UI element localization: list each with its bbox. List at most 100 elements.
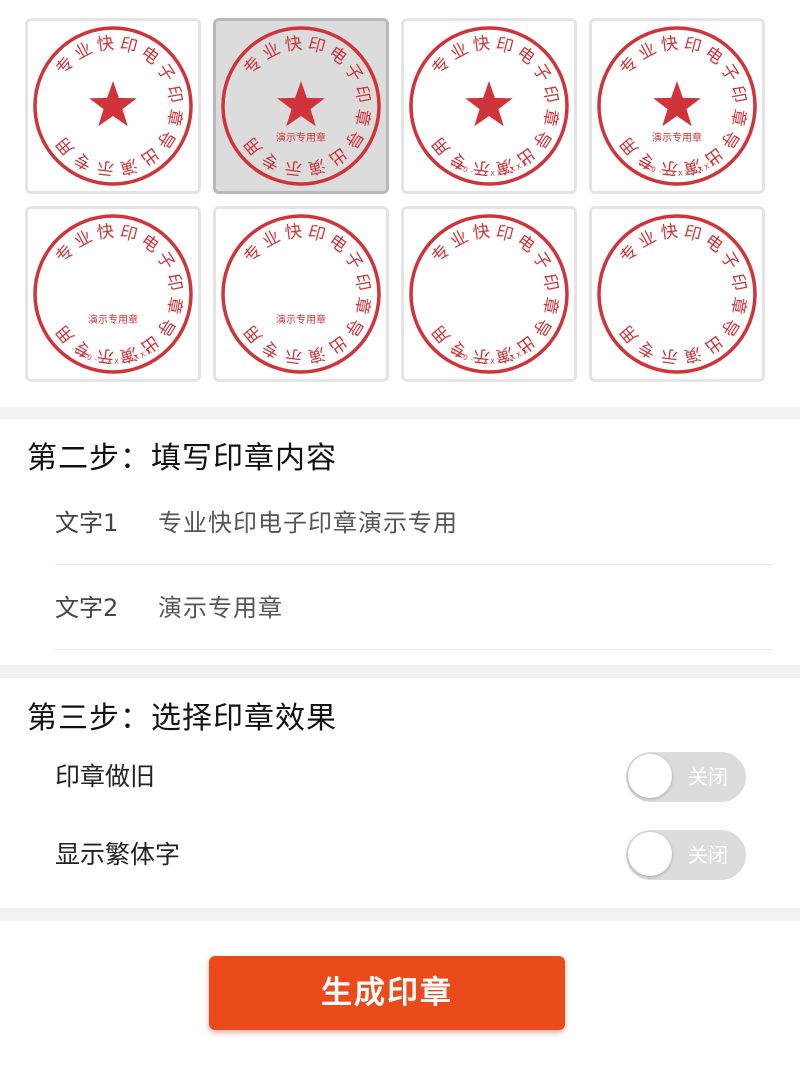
section-divider: [0, 407, 800, 419]
svg-text:子: 子: [152, 248, 178, 273]
svg-text:印: 印: [350, 272, 373, 292]
svg-text:印: 印: [350, 84, 373, 104]
svg-text:专: 专: [259, 148, 283, 174]
svg-text:印: 印: [118, 222, 139, 246]
svg-text:导: 导: [528, 315, 554, 340]
svg-text:印: 印: [682, 34, 703, 58]
svg-text:章: 章: [538, 107, 561, 127]
svg-text:导: 导: [152, 315, 178, 340]
svg-text:子: 子: [716, 60, 742, 85]
toggle-knob: [628, 832, 672, 876]
svg-text:业: 业: [447, 227, 471, 253]
svg-text:用: 用: [240, 133, 266, 159]
stamp-style-3[interactable]: 专业快印电子印章导出演示专用020-XXXXXXXX: [401, 18, 577, 194]
svg-text:X: X: [671, 170, 676, 178]
svg-text:导: 导: [340, 315, 366, 340]
svg-text:专: 专: [240, 241, 266, 267]
svg-text:印: 印: [726, 84, 749, 104]
toggle-state-text: 关闭: [688, 765, 728, 789]
text2-label: 文字2: [55, 594, 119, 622]
svg-text:业: 业: [71, 227, 95, 253]
svg-text:业: 业: [71, 39, 95, 65]
svg-text:电: 电: [701, 43, 727, 69]
svg-text:印: 印: [726, 272, 749, 292]
text1-input[interactable]: 专业快印电子印章演示专用: [158, 508, 458, 538]
stamp-icon: 专业快印电子印章导出演示专用: [597, 214, 757, 374]
aging-effect-label: 印章做旧: [55, 762, 156, 791]
toggle-knob: [628, 754, 672, 798]
svg-text:出: 出: [137, 143, 163, 169]
svg-text:专: 专: [428, 53, 454, 79]
stamp-style-6[interactable]: 专业快印电子印章导出演示专用演示专用章: [213, 206, 389, 382]
svg-text:子: 子: [528, 248, 554, 273]
svg-text:章: 章: [162, 295, 185, 315]
svg-text:专: 专: [259, 336, 283, 362]
svg-text:印: 印: [118, 34, 139, 58]
svg-text:快: 快: [472, 222, 491, 244]
svg-text:快: 快: [96, 222, 115, 244]
svg-text:印: 印: [162, 272, 185, 292]
svg-text:用: 用: [52, 133, 78, 159]
stamp-style-2[interactable]: 专业快印电子印章导出演示专用演示专用章: [213, 18, 389, 194]
text2-input[interactable]: 演示专用章: [158, 593, 283, 623]
svg-text:快: 快: [284, 222, 303, 244]
svg-text:演: 演: [682, 342, 703, 366]
svg-text:演: 演: [306, 342, 327, 366]
generate-stamp-button[interactable]: 生成印章: [209, 956, 565, 1030]
svg-text:印: 印: [306, 222, 327, 246]
svg-text:导: 导: [716, 315, 742, 340]
stamp-style-4[interactable]: 专业快印电子印章导出演示专用演示专用章 0 2 0- X X X X X X X X: [589, 18, 765, 194]
svg-text:用: 用: [428, 133, 454, 159]
svg-text:X: X: [490, 358, 495, 366]
svg-text:专: 专: [616, 53, 642, 79]
svg-text:业: 业: [635, 227, 659, 253]
svg-text:印: 印: [306, 34, 327, 58]
svg-text:电: 电: [701, 231, 727, 257]
svg-text:印: 印: [162, 84, 185, 104]
svg-text:子: 子: [528, 60, 554, 85]
svg-text:示: 示: [96, 345, 115, 367]
svg-text:演: 演: [306, 154, 327, 178]
svg-text:电: 电: [325, 231, 351, 257]
svg-text:示: 示: [660, 157, 679, 179]
svg-text:演示专用章: 演示专用章: [88, 313, 138, 326]
stamp-style-5[interactable]: 专业快印电子印章导出演示专用演示专用章 0 2 0- X X X X X X X X: [25, 206, 201, 382]
traditional-chars-toggle[interactable]: 关闭: [626, 830, 746, 880]
svg-text:印: 印: [538, 272, 561, 292]
svg-text:导: 导: [716, 127, 742, 152]
svg-text:电: 电: [513, 43, 539, 69]
svg-text:业: 业: [447, 39, 471, 65]
svg-text:章: 章: [350, 107, 373, 127]
svg-text:X: X: [107, 358, 112, 366]
svg-text:子: 子: [716, 248, 742, 273]
stamp-style-7[interactable]: 专业快印电子印章导出演示专用020-XXXXXXXX: [401, 206, 577, 382]
svg-text:示: 示: [284, 345, 303, 367]
svg-text:印: 印: [494, 222, 515, 246]
row-divider: [55, 649, 773, 650]
svg-text:业: 业: [259, 39, 283, 65]
section-divider: [0, 665, 800, 678]
svg-text:电: 电: [325, 43, 351, 69]
stamp-style-1[interactable]: 专业快印电子印章导出演示专用: [25, 18, 201, 194]
svg-text:导: 导: [340, 127, 366, 152]
svg-text:电: 电: [137, 43, 163, 69]
svg-text:快: 快: [284, 34, 303, 56]
svg-text:示: 示: [284, 157, 303, 179]
svg-text:X: X: [483, 358, 488, 366]
svg-text:专: 专: [240, 53, 266, 79]
traditional-chars-label: 显示繁体字: [55, 840, 181, 869]
svg-text:专: 专: [428, 241, 454, 267]
aging-effect-toggle[interactable]: 关闭: [626, 752, 746, 802]
step3-title: 第三步：选择印章效果: [27, 701, 337, 736]
svg-text:业: 业: [259, 227, 283, 253]
svg-text:演示专用章: 演示专用章: [276, 131, 326, 144]
stamp-icon: 专业快印电子印章导出演示专用02 0- X X X X X XXX: [409, 214, 569, 374]
svg-text:电: 电: [513, 231, 539, 257]
svg-text:业: 业: [635, 39, 659, 65]
svg-text:章: 章: [538, 295, 561, 315]
svg-text:快: 快: [96, 34, 115, 56]
stamp-style-8[interactable]: 专业快印电子印章导出演示专用: [589, 206, 765, 382]
svg-text:子: 子: [340, 60, 366, 85]
stamp-icon: 专业快印电子印章导出演示专用演示专用章: [221, 214, 381, 374]
stamp-icon: 专业快印电子印章导出演示专用演示专用章020-XXXXXXXX: [33, 214, 193, 374]
